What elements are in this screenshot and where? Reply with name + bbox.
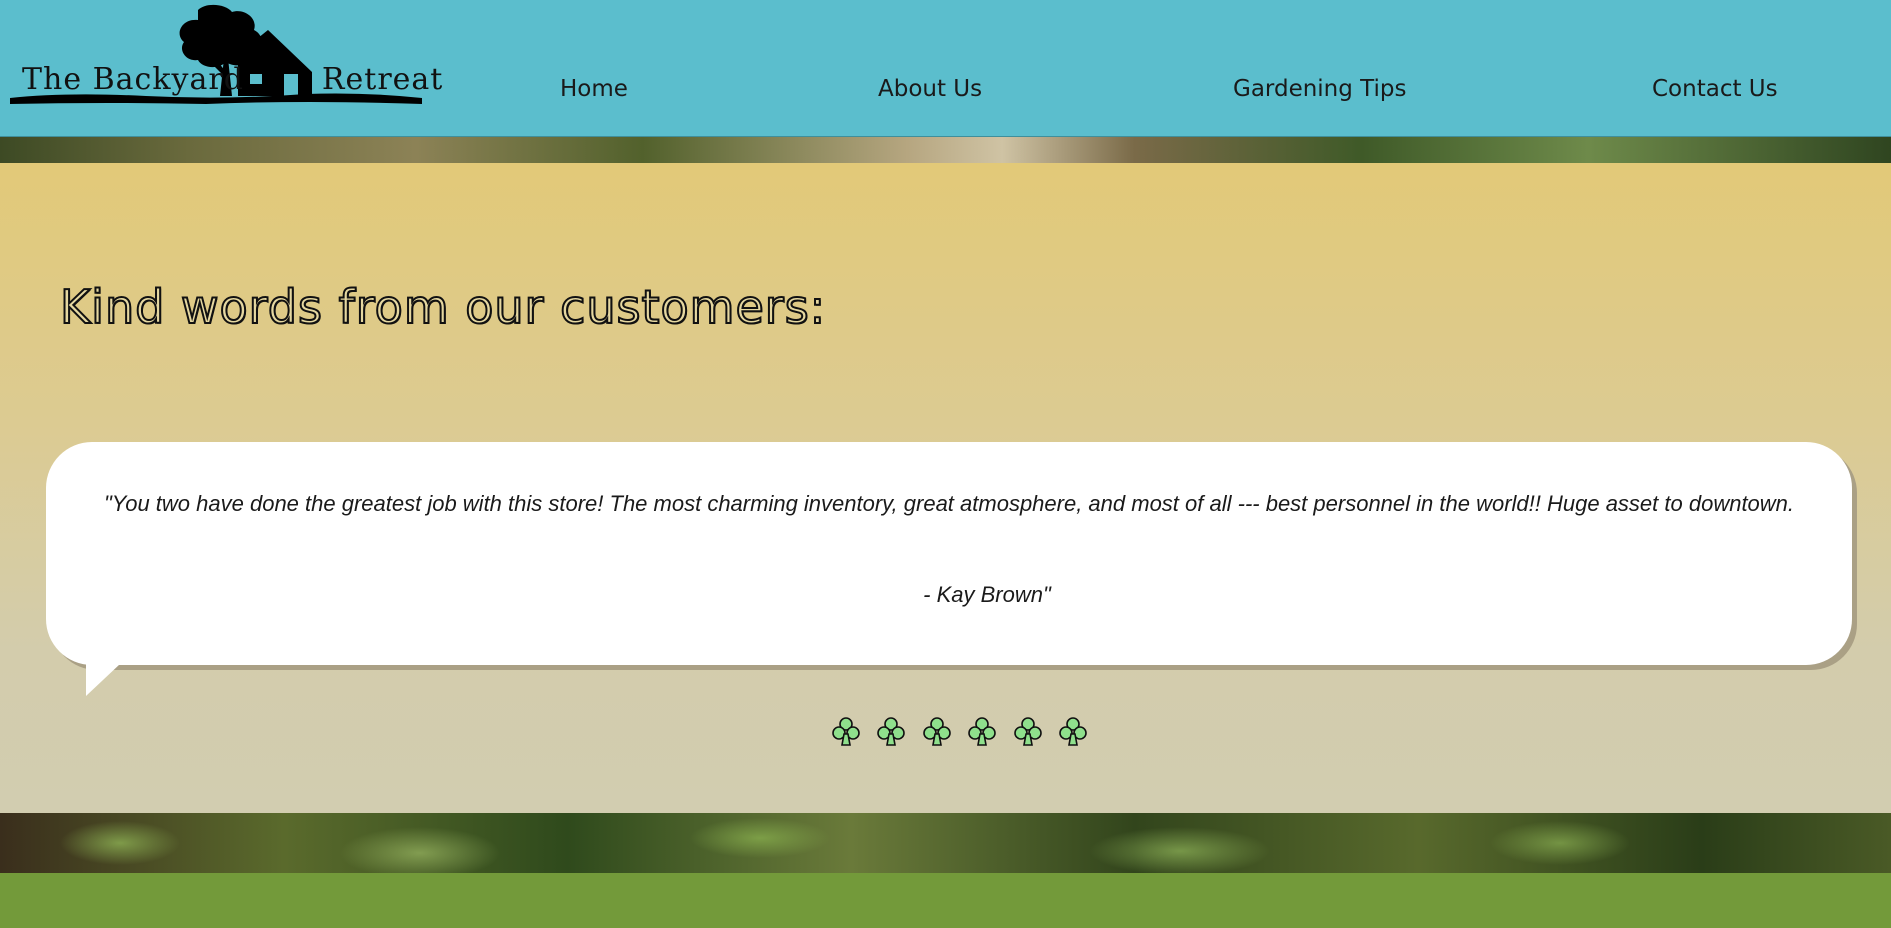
hero-photo-strip-top — [0, 137, 1891, 163]
nav-contact-us[interactable]: Contact Us — [1652, 76, 1778, 102]
speech-bubble-tail — [86, 664, 120, 696]
club-icon — [832, 717, 860, 746]
testimonial-bubble: "You two have done the greatest job with… — [46, 442, 1852, 665]
site-logo[interactable]: The Backyard Retreat — [6, 2, 442, 108]
site-header: The Backyard Retreat Home About Us Garden… — [0, 0, 1891, 137]
nav-home[interactable]: Home — [560, 76, 628, 102]
club-icon — [923, 717, 951, 746]
club-icon — [1059, 717, 1088, 746]
logo-text-left: The Backyard — [22, 62, 244, 97]
page-title: Kind words from our customers: — [59, 279, 827, 335]
logo-text: The Backyard Retreat — [22, 62, 443, 97]
nav-gardening-tips[interactable]: Gardening Tips — [1233, 76, 1407, 102]
hero-photo-strip-bottom — [0, 813, 1891, 873]
club-icon — [877, 717, 906, 746]
logo-text-right: Retreat — [321, 62, 444, 97]
club-icon-row — [830, 716, 1098, 750]
testimonial-quote: "You two have done the greatest job with… — [103, 491, 1795, 516]
nav-about-us[interactable]: About Us — [878, 76, 982, 102]
club-icon — [968, 717, 997, 746]
testimonial-author: - Kay Brown" — [923, 582, 1051, 607]
club-icon — [1014, 717, 1042, 746]
site-footer — [0, 873, 1891, 928]
